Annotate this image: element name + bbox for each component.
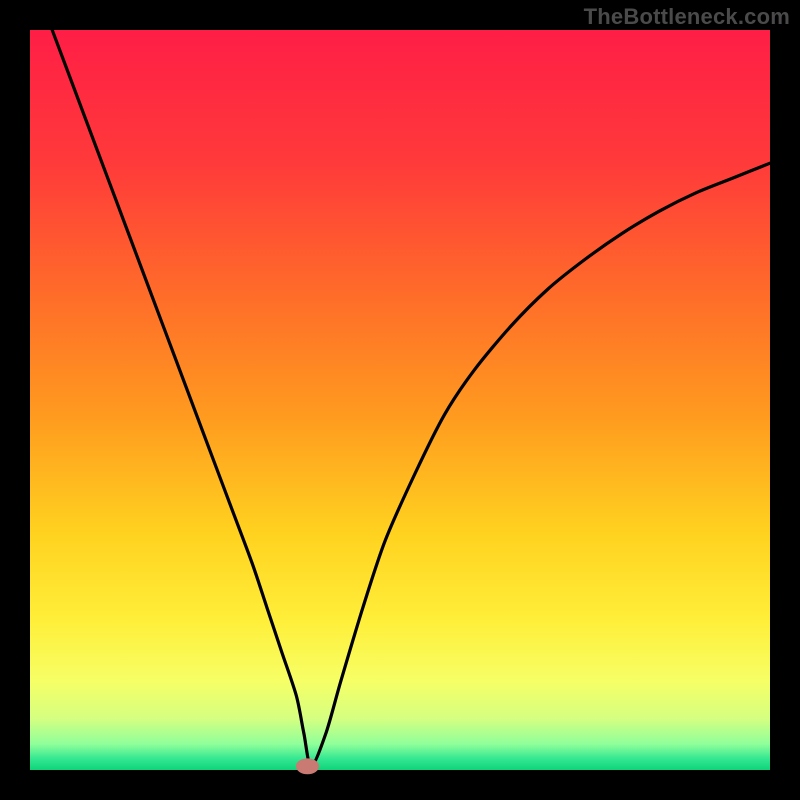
bottleneck-chart [0,0,800,800]
optimum-marker [296,759,318,774]
chart-frame: { "watermark": "TheBottleneck.com", "col… [0,0,800,800]
plot-background [30,30,770,770]
